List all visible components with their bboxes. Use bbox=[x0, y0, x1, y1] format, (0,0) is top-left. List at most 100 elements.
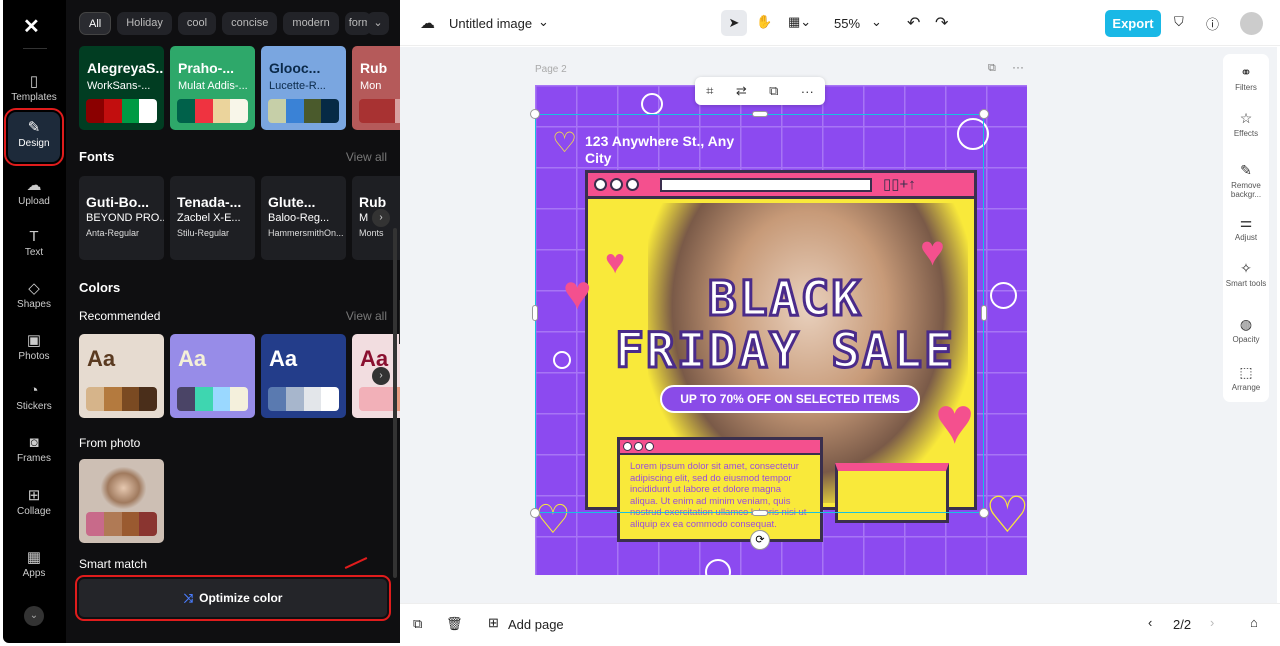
fonts-next-button[interactable]: › bbox=[372, 209, 390, 227]
rail-label: Text bbox=[24, 247, 44, 258]
theme-card[interactable]: Praho-... Mulat Addis-... bbox=[170, 46, 255, 130]
rail-item-stickers[interactable]: ◔ Stickers bbox=[8, 376, 60, 426]
rail-item-frames[interactable]: ◙ Frames bbox=[8, 428, 60, 478]
rail-item-design[interactable]: ✎ Design bbox=[4, 108, 64, 166]
effects-icon: ☆ bbox=[1239, 110, 1253, 126]
palettes-next-button[interactable]: › bbox=[372, 367, 390, 385]
next-page-icon[interactable]: › bbox=[1210, 615, 1214, 630]
tool-opacity[interactable]: ◍ Opacity bbox=[1223, 316, 1269, 344]
resize-handle[interactable] bbox=[981, 305, 987, 321]
add-page-icon[interactable]: ⊞ bbox=[488, 615, 499, 631]
theme-card[interactable]: Glooc... Lucette-R... bbox=[261, 46, 346, 130]
chip-all[interactable]: All bbox=[79, 12, 112, 35]
lorem-text[interactable]: Lorem ipsum dolor sit amet, consectetur … bbox=[620, 455, 820, 536]
title-dropdown-icon[interactable]: ⌄ bbox=[538, 14, 549, 30]
rail-item-upload[interactable]: ☁ Upload bbox=[8, 170, 60, 220]
rail-item-shapes[interactable]: ◇ Shapes bbox=[8, 273, 60, 323]
delete-icon[interactable]: 🗑 bbox=[446, 616, 463, 632]
chips-expand-button[interactable]: ⌄ bbox=[367, 12, 389, 35]
redo-icon[interactable]: ↷ bbox=[935, 13, 948, 33]
font-combo-card[interactable]: Tenada-... Zacbel X-E... Stilu-Regular bbox=[170, 176, 255, 260]
pages-panel-icon[interactable]: ⌂ bbox=[1250, 615, 1258, 630]
resize-handle[interactable] bbox=[979, 508, 989, 518]
fonts-view-all-link[interactable]: View all bbox=[346, 150, 387, 164]
page-more-icon[interactable]: ··· bbox=[1012, 60, 1024, 74]
replace-icon[interactable]: ⇄ bbox=[736, 83, 747, 99]
hand-tool-icon[interactable]: ✋ bbox=[756, 14, 772, 30]
swatch bbox=[86, 512, 104, 536]
tool-smart-tools[interactable]: ✧ Smart tools bbox=[1223, 260, 1269, 288]
chip-modern[interactable]: modern bbox=[283, 12, 339, 35]
lorem-window[interactable]: Lorem ipsum dolor sit amet, consectetur … bbox=[617, 437, 823, 542]
rail-item-templates[interactable]: ▯ Templates bbox=[8, 66, 60, 116]
resize-handle[interactable] bbox=[530, 109, 540, 119]
layout-size-icon[interactable]: ▦⌄ bbox=[788, 14, 811, 30]
swatch-strip bbox=[177, 99, 248, 123]
poster-address[interactable]: 123 Anywhere St., Any City bbox=[585, 133, 735, 167]
crop-icon[interactable]: ⌗ bbox=[706, 83, 713, 99]
font-secondary: Zacbel X-E... bbox=[177, 212, 241, 224]
resize-handle[interactable] bbox=[979, 109, 989, 119]
chip-cool[interactable]: cool bbox=[177, 12, 217, 35]
help-icon[interactable]: ⓘ bbox=[1206, 14, 1219, 33]
palette-card[interactable]: Aa bbox=[170, 334, 255, 418]
headline-line-1: BLACK bbox=[706, 271, 863, 327]
rail-item-photos[interactable]: ▣ Photos bbox=[8, 325, 60, 375]
tool-adjust[interactable]: ⚌ Adjust bbox=[1223, 214, 1269, 242]
duplicate-icon[interactable]: ⧉ bbox=[769, 83, 778, 99]
tool-label: Adjust bbox=[1234, 233, 1258, 242]
font-combo-card[interactable]: Glute... Baloo-Reg... HammersmithOn... bbox=[261, 176, 346, 260]
rotate-handle-icon[interactable]: ⟳ bbox=[750, 530, 770, 550]
capcut-logo-icon[interactable]: ✕ bbox=[23, 14, 40, 39]
resize-handle[interactable] bbox=[532, 305, 538, 321]
panel-scrollbar[interactable] bbox=[393, 228, 397, 578]
cloud-save-icon[interactable]: ☁ bbox=[420, 14, 435, 32]
shield-icon[interactable]: ⛉ bbox=[1174, 14, 1184, 30]
resize-handle[interactable] bbox=[752, 111, 768, 117]
rail-item-text[interactable]: T Text bbox=[8, 222, 60, 272]
avatar[interactable] bbox=[1240, 12, 1263, 35]
swatch-strip bbox=[268, 99, 339, 123]
swatch bbox=[194, 387, 213, 411]
chip-holiday[interactable]: Holiday bbox=[117, 12, 172, 35]
duplicate-page-icon[interactable]: ⧉ bbox=[413, 616, 422, 632]
palette-card[interactable]: Aa bbox=[79, 334, 164, 418]
zoom-dropdown-icon[interactable]: ⌄ bbox=[871, 14, 882, 30]
optimize-color-button[interactable]: ⤨ Optimize color bbox=[75, 575, 391, 621]
prev-page-icon[interactable]: ‹ bbox=[1148, 615, 1152, 630]
select-tool-icon[interactable]: ➤ bbox=[721, 10, 747, 36]
theme-card[interactable]: Rub Mon bbox=[352, 46, 400, 130]
rail-label: Collage bbox=[17, 506, 51, 517]
zoom-level[interactable]: 55% bbox=[834, 16, 860, 31]
export-button[interactable]: Export bbox=[1105, 10, 1161, 37]
upload-icon: ☁ bbox=[26, 177, 42, 194]
undo-icon[interactable]: ↶ bbox=[907, 13, 920, 33]
headline[interactable]: BLACK FRIDAY SALE bbox=[614, 271, 955, 379]
duplicate-page-icon[interactable]: ⧉ bbox=[988, 62, 996, 75]
filter-chips: All Holiday cool concise modern form bbox=[79, 12, 371, 35]
palette-card[interactable]: Aa bbox=[261, 334, 346, 418]
tool-arrange[interactable]: ⬚ Arrange bbox=[1223, 364, 1269, 392]
more-icon[interactable]: ··· bbox=[801, 84, 814, 99]
theme-card[interactable]: AlegreyaS... WorkSans-... bbox=[79, 46, 164, 130]
resize-handle[interactable] bbox=[752, 510, 768, 516]
circle-decoration bbox=[705, 559, 731, 575]
document-title[interactable]: Untitled image bbox=[449, 16, 532, 31]
tool-effects[interactable]: ☆ Effects bbox=[1223, 110, 1269, 138]
swatch bbox=[86, 99, 104, 123]
heart-decoration: ♥ bbox=[920, 227, 945, 274]
rail-item-collage[interactable]: ⊞ Collage bbox=[8, 480, 60, 530]
add-page-button[interactable]: Add page bbox=[508, 617, 564, 632]
theme-heading-font: Rub bbox=[360, 60, 388, 76]
resize-handle[interactable] bbox=[530, 508, 540, 518]
tool-filters[interactable]: ⚭ Filters bbox=[1223, 64, 1269, 92]
from-photo-palette[interactable] bbox=[79, 459, 164, 543]
rail-item-apps[interactable]: ▦ Apps bbox=[8, 542, 60, 592]
font-combo-card[interactable]: Guti-Bo... BEYOND PRO... Anta-Regular bbox=[79, 176, 164, 260]
chip-concise[interactable]: concise bbox=[222, 12, 278, 35]
colors-view-all-link[interactable]: View all bbox=[346, 309, 387, 323]
poster-canvas[interactable]: ♡ 123 Anywhere St., Any City ▯▯+↑ ♥ ♥ ♥ … bbox=[535, 85, 1027, 575]
expand-rail-button[interactable]: ⌄ bbox=[24, 606, 44, 626]
tool-remove-background[interactable]: ✎ Remove backgr... bbox=[1223, 162, 1269, 199]
offer-pill[interactable]: UP TO 70% OFF ON SELECTED ITEMS bbox=[660, 385, 920, 413]
